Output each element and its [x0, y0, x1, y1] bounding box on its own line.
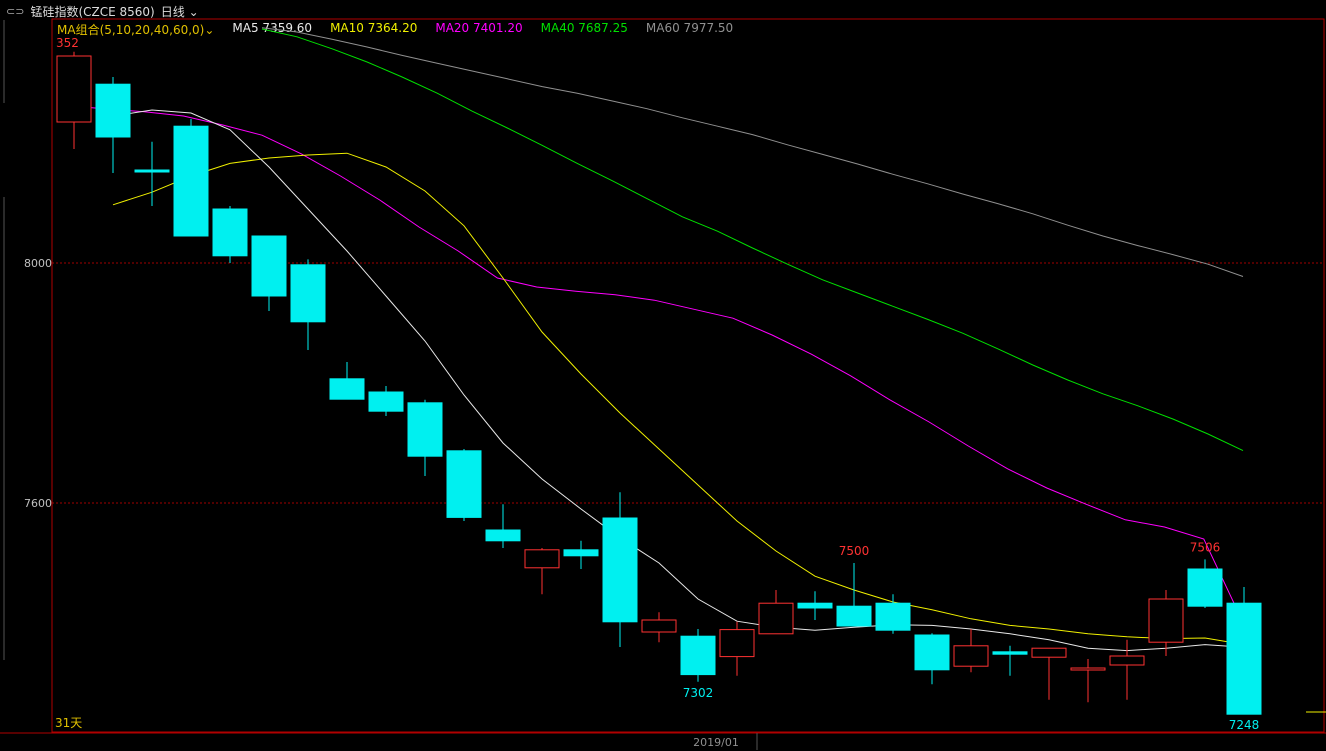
candle-body — [875, 602, 911, 631]
candle-body — [251, 235, 287, 297]
candle-body — [641, 619, 677, 633]
candle-body — [602, 517, 638, 623]
candle[interactable] — [1070, 659, 1106, 703]
candle-body — [1148, 598, 1184, 643]
candle-body — [1109, 655, 1145, 666]
candle-body — [368, 391, 404, 412]
candle-body — [95, 83, 131, 138]
ma-line-ma20 — [65, 105, 1244, 623]
ma-line-ma40 — [261, 28, 1244, 452]
candle-body — [1070, 667, 1106, 671]
candle-body — [758, 602, 794, 635]
candle[interactable] — [1031, 647, 1067, 700]
candle-body — [1031, 647, 1067, 658]
candle[interactable] — [563, 540, 599, 569]
candle-body — [524, 549, 560, 569]
candle-body — [173, 125, 209, 237]
candle-body — [953, 645, 989, 667]
candle[interactable] — [992, 645, 1028, 676]
candle[interactable] — [212, 206, 248, 263]
candle[interactable] — [914, 633, 950, 685]
candle[interactable] — [1109, 639, 1145, 700]
price-annotation: 7500 — [839, 544, 870, 558]
candle[interactable] — [1148, 590, 1184, 656]
candle[interactable] — [524, 548, 560, 595]
candle-body — [719, 629, 755, 658]
price-annotation: 352 — [56, 36, 79, 50]
candle-body — [56, 55, 92, 123]
candle[interactable] — [875, 594, 911, 634]
x-tick-label: 2019/01 — [693, 736, 739, 749]
candle-body — [446, 450, 482, 518]
price-annotation: 7302 — [683, 686, 714, 700]
candle[interactable] — [173, 119, 209, 237]
candle[interactable] — [719, 621, 755, 676]
candle-body — [914, 634, 950, 671]
candle-body — [992, 651, 1028, 655]
candle[interactable] — [758, 590, 794, 635]
candle-body — [797, 602, 833, 609]
plot-frame — [51, 18, 1325, 733]
candle[interactable] — [797, 591, 833, 620]
candle[interactable] — [602, 492, 638, 647]
candle-body — [407, 402, 443, 457]
candle-body — [1187, 568, 1223, 607]
candle-body — [680, 635, 716, 676]
candle[interactable] — [329, 362, 365, 400]
candle-body — [134, 169, 170, 173]
candle-body — [329, 378, 365, 400]
candle-body — [485, 529, 521, 542]
ma-line-ma60 — [261, 27, 1244, 277]
price-annotation: 7248 — [1229, 718, 1260, 732]
candle[interactable] — [368, 386, 404, 416]
candle[interactable] — [836, 563, 872, 627]
candle-body — [290, 264, 326, 323]
candle[interactable] — [641, 612, 677, 643]
y-tick-label: 8000 — [24, 257, 52, 270]
candle[interactable] — [290, 259, 326, 350]
price-annotation: 7506 — [1190, 540, 1221, 554]
candle[interactable] — [485, 504, 521, 548]
ma-line-ma5 — [112, 109, 1245, 652]
candle[interactable] — [95, 77, 131, 173]
candle[interactable] — [446, 449, 482, 521]
candle-body — [836, 605, 872, 627]
candle[interactable] — [953, 629, 989, 673]
y-tick-label: 7600 — [24, 497, 52, 510]
candlestick-chart[interactable]: 8000 7600 2019/01 352 7302 7500 7506 7248 31天 — [0, 0, 1326, 751]
candle[interactable] — [407, 399, 443, 476]
candle-body — [212, 208, 248, 257]
period-count-label: 31天 — [55, 716, 82, 730]
candle[interactable] — [251, 235, 287, 311]
candle[interactable] — [1226, 587, 1262, 715]
candle-body — [1226, 602, 1262, 715]
candle-body — [563, 549, 599, 557]
candle[interactable] — [680, 629, 716, 682]
candle[interactable] — [56, 51, 92, 149]
